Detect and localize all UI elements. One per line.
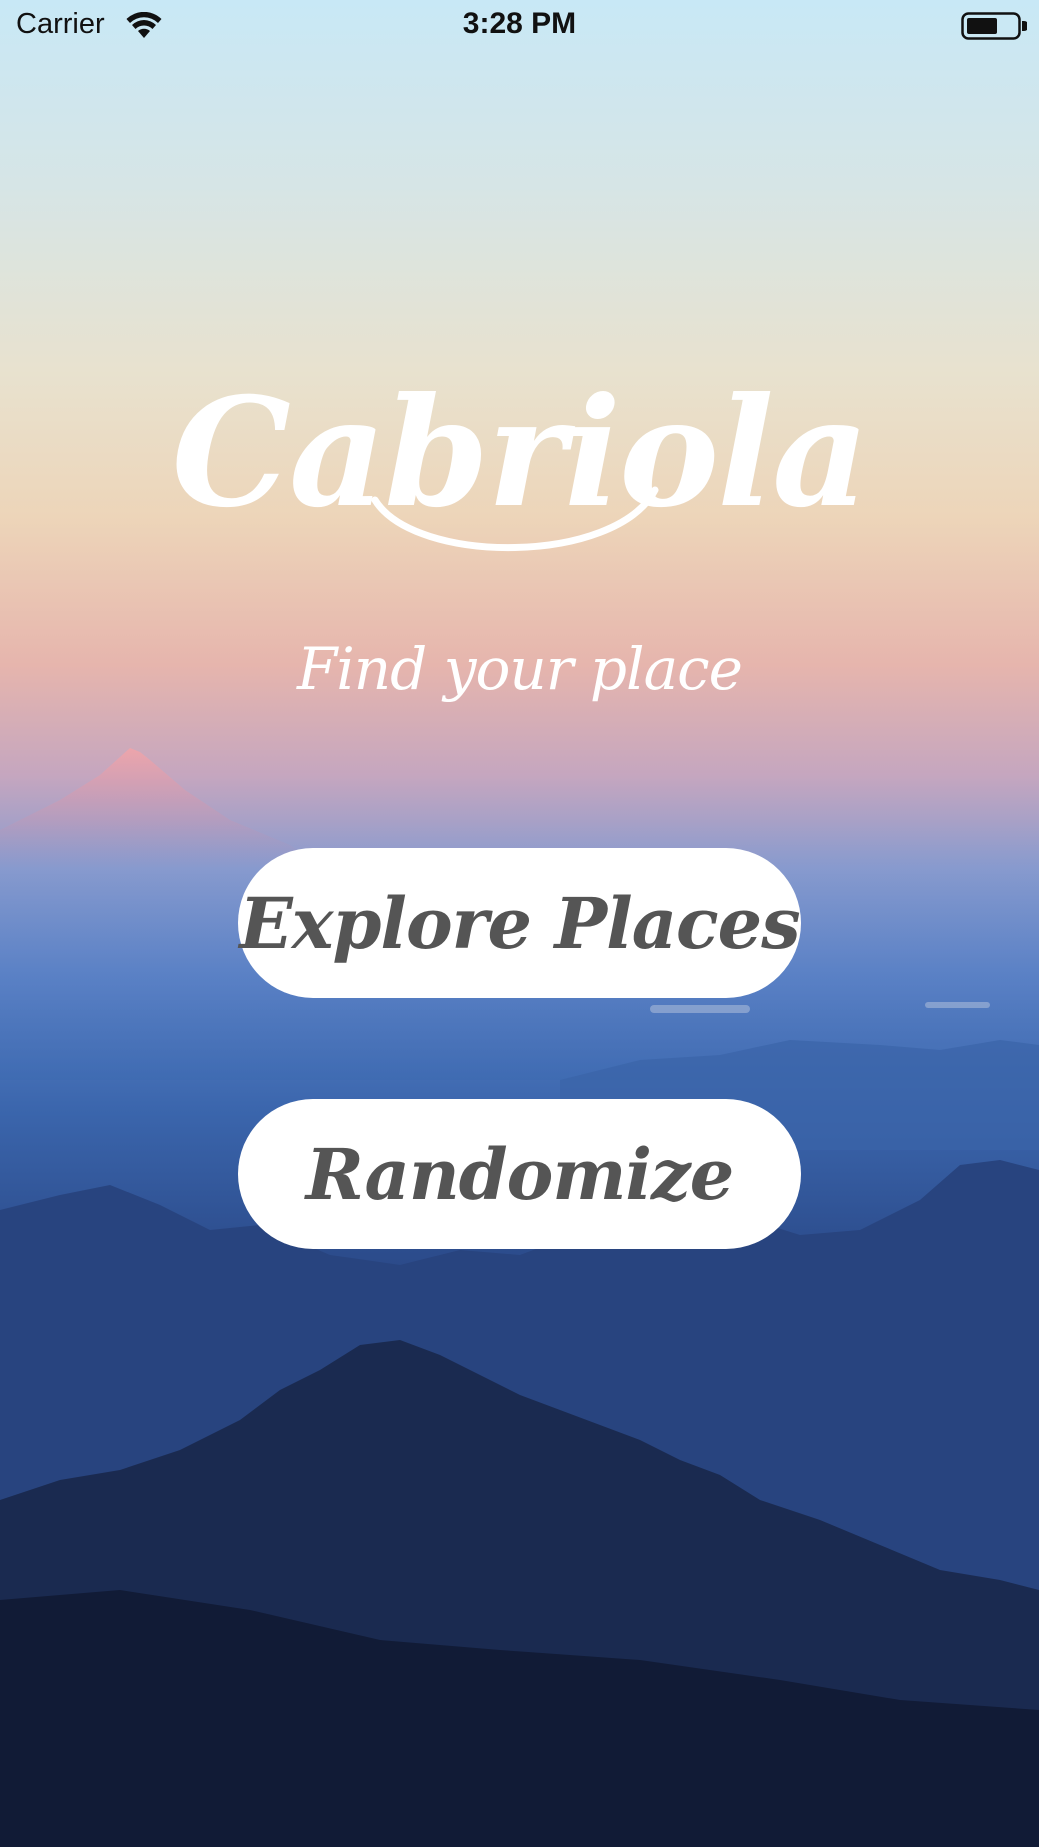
status-bar: Carrier 3:28 PM	[0, 0, 1039, 54]
tagline: Find your place	[297, 635, 743, 703]
explore-places-button[interactable]: Explore Places	[238, 848, 801, 998]
home-screen: Carrier 3:28 PM Cabriola Find your place…	[0, 0, 1039, 1847]
randomize-label: Randomize	[305, 1132, 735, 1216]
battery-icon	[961, 12, 1027, 40]
randomize-button[interactable]: Randomize	[238, 1099, 801, 1249]
explore-places-label: Explore Places	[239, 881, 800, 965]
status-time: 3:28 PM	[462, 7, 577, 40]
title-swoosh-decoration	[371, 486, 659, 551]
